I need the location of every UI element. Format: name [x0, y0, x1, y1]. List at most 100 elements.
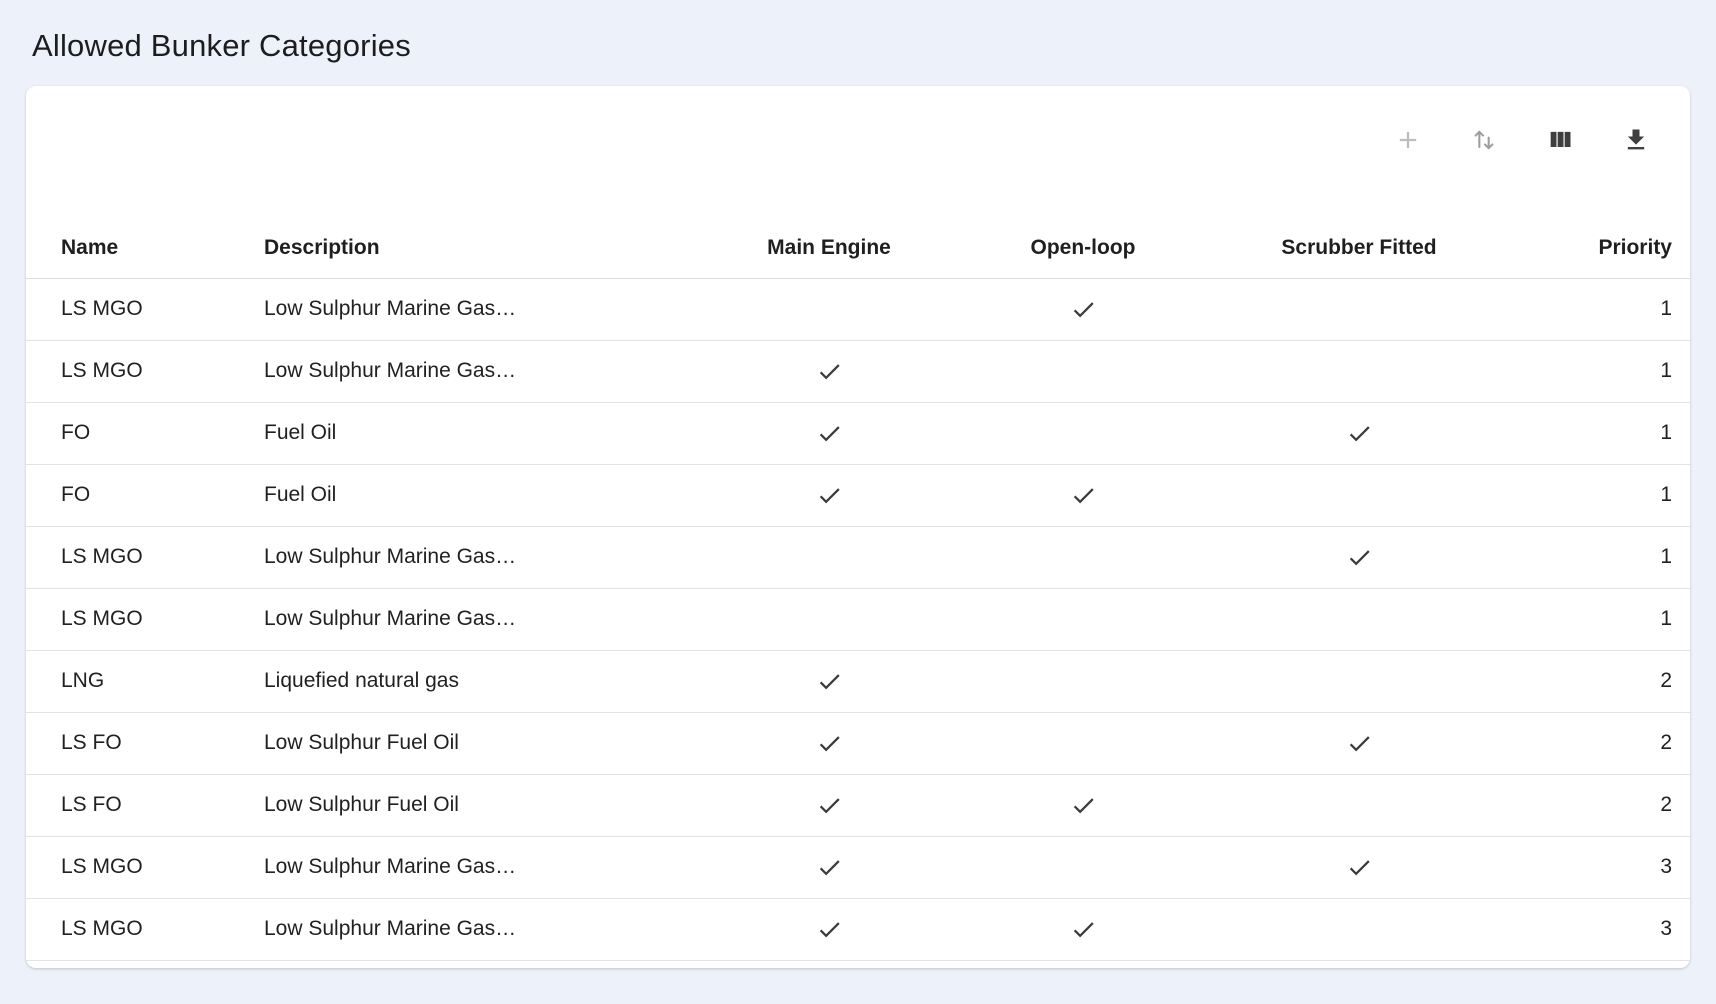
- check-icon: [1346, 731, 1373, 754]
- check-icon: [816, 359, 843, 382]
- check-icon: [816, 793, 843, 816]
- cell-scrubber_fitted: [1162, 774, 1556, 836]
- cell-main_engine: [654, 526, 1004, 588]
- cell-open_loop: [1004, 774, 1162, 836]
- cell-name: LS FO: [26, 712, 264, 774]
- cell-priority: 2: [1556, 712, 1690, 774]
- cell-priority: 2: [1556, 774, 1690, 836]
- cell-description: Low Sulphur Marine Gas…: [264, 836, 654, 898]
- cell-description: Low Sulphur Fuel Oil: [264, 774, 654, 836]
- cell-description: Low Sulphur Marine Gas…: [264, 898, 654, 960]
- table-toolbar: [26, 86, 1690, 218]
- cell-name: LS MGO: [26, 898, 264, 960]
- table-row[interactable]: LS MGOLow Sulphur Marine Gas…3: [26, 836, 1690, 898]
- download-button[interactable]: [1622, 126, 1650, 154]
- table-row[interactable]: LS MGOLow Sulphur Marine Gas… 3: [26, 898, 1690, 960]
- cell-description: Liquefied natural gas: [264, 650, 654, 712]
- cell-open_loop: [1004, 278, 1162, 340]
- cell-name: LS MGO: [26, 340, 264, 402]
- table-row[interactable]: LS MGOLow Sulphur Marine Gas… 1: [26, 588, 1690, 650]
- cell-main_engine: [654, 774, 1004, 836]
- check-icon: [816, 917, 843, 940]
- cell-name: LS FO: [26, 774, 264, 836]
- cell-description: Fuel Oil: [264, 464, 654, 526]
- cell-priority: 2: [1556, 650, 1690, 712]
- cell-description: Fuel Oil: [264, 402, 654, 464]
- cell-priority: 1: [1556, 402, 1690, 464]
- check-icon: [816, 855, 843, 878]
- cell-description: Low Sulphur Marine Gas…: [264, 588, 654, 650]
- cell-name: LS MGO: [26, 588, 264, 650]
- columns-icon: [1546, 126, 1574, 154]
- cell-scrubber_fitted: [1162, 588, 1556, 650]
- page-title: Allowed Bunker Categories: [32, 28, 1690, 64]
- table-row[interactable]: LS MGOLow Sulphur Marine Gas… 1: [26, 278, 1690, 340]
- table-row[interactable]: LS FOLow Sulphur Fuel Oil 2: [26, 712, 1690, 774]
- column-header-name[interactable]: Name: [26, 218, 264, 278]
- cell-scrubber_fitted: [1162, 340, 1556, 402]
- cell-open_loop: [1004, 340, 1162, 402]
- cell-priority: 1: [1556, 588, 1690, 650]
- cell-name: LS MGO: [26, 526, 264, 588]
- check-icon: [1070, 793, 1097, 816]
- cell-name: LS MGO: [26, 278, 264, 340]
- check-icon: [1070, 917, 1097, 940]
- cell-open_loop: [1004, 464, 1162, 526]
- column-header-main_engine[interactable]: Main Engine: [654, 218, 1004, 278]
- cell-priority: 3: [1556, 898, 1690, 960]
- table-row[interactable]: LS MGOLow Sulphur Marine Gas… 1: [26, 526, 1690, 588]
- table-row[interactable]: FOFuel Oil 1: [26, 464, 1690, 526]
- check-icon: [1346, 855, 1373, 878]
- cell-scrubber_fitted: [1162, 650, 1556, 712]
- cell-scrubber_fitted: [1162, 712, 1556, 774]
- check-icon: [816, 421, 843, 444]
- cell-open_loop: [1004, 712, 1162, 774]
- sort-button[interactable]: [1470, 126, 1498, 154]
- cell-scrubber_fitted: [1162, 402, 1556, 464]
- column-header-description[interactable]: Description: [264, 218, 654, 278]
- cell-open_loop: [1004, 526, 1162, 588]
- add-button[interactable]: [1394, 126, 1422, 154]
- cell-open_loop: [1004, 650, 1162, 712]
- cell-description: Low Sulphur Marine Gas…: [264, 278, 654, 340]
- check-icon: [1346, 421, 1373, 444]
- sort-icon: [1470, 126, 1498, 154]
- cell-name: FO: [26, 464, 264, 526]
- cell-priority: 1: [1556, 464, 1690, 526]
- cell-name: FO: [26, 402, 264, 464]
- column-header-open_loop[interactable]: Open-loop: [1004, 218, 1162, 278]
- cell-main_engine: [654, 340, 1004, 402]
- cell-description: Low Sulphur Marine Gas…: [264, 526, 654, 588]
- cell-open_loop: [1004, 402, 1162, 464]
- cell-name: LS MGO: [26, 836, 264, 898]
- cell-main_engine: [654, 898, 1004, 960]
- page: Allowed Bunker Categories: [0, 0, 1716, 1004]
- cell-main_engine: [654, 278, 1004, 340]
- cell-priority: 1: [1556, 526, 1690, 588]
- check-icon: [1070, 297, 1097, 320]
- cell-open_loop: [1004, 588, 1162, 650]
- table-row[interactable]: FOFuel Oil 1: [26, 402, 1690, 464]
- check-icon: [816, 731, 843, 754]
- bunker-categories-table: NameDescriptionMain EngineOpen-loopScrub…: [26, 218, 1690, 961]
- table-row[interactable]: LS FOLow Sulphur Fuel Oil 2: [26, 774, 1690, 836]
- cell-priority: 1: [1556, 278, 1690, 340]
- add-icon: [1394, 126, 1422, 154]
- download-icon: [1622, 126, 1650, 154]
- cell-scrubber_fitted: [1162, 898, 1556, 960]
- column-header-scrubber_fitted[interactable]: Scrubber Fitted: [1162, 218, 1556, 278]
- bunker-categories-card: NameDescriptionMain EngineOpen-loopScrub…: [26, 86, 1690, 968]
- cell-name: LNG: [26, 650, 264, 712]
- cell-scrubber_fitted: [1162, 464, 1556, 526]
- table-row[interactable]: LNGLiquefied natural gas 2: [26, 650, 1690, 712]
- check-icon: [816, 483, 843, 506]
- cell-description: Low Sulphur Fuel Oil: [264, 712, 654, 774]
- cell-scrubber_fitted: [1162, 836, 1556, 898]
- cell-main_engine: [654, 464, 1004, 526]
- cell-scrubber_fitted: [1162, 526, 1556, 588]
- column-header-priority[interactable]: Priority: [1556, 218, 1690, 278]
- cell-main_engine: [654, 402, 1004, 464]
- columns-button[interactable]: [1546, 126, 1574, 154]
- table-row[interactable]: LS MGOLow Sulphur Marine Gas…1: [26, 340, 1690, 402]
- cell-open_loop: [1004, 898, 1162, 960]
